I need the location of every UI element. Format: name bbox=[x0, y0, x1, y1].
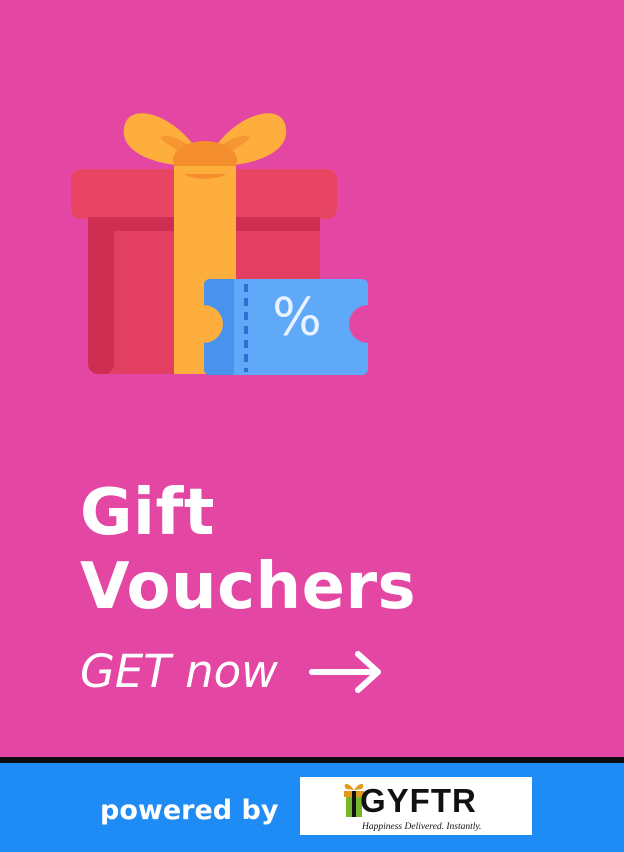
footer-bar: powered by GYFTR Happiness Delivered. In… bbox=[0, 763, 624, 852]
voucher-percent-symbol: % bbox=[272, 288, 322, 348]
get-now-label: GET now bbox=[80, 645, 278, 698]
powered-by-label: powered by bbox=[100, 795, 279, 826]
promo-title: Gift Vouchers bbox=[80, 476, 416, 624]
logo-tagline: Happiness Delivered. Instantly. bbox=[362, 822, 482, 832]
arrow-right-icon bbox=[308, 651, 381, 693]
title-line-1: Gift bbox=[80, 476, 215, 550]
promo-card[interactable]: % Gift Vouchers GET now bbox=[0, 0, 624, 757]
get-now-link[interactable]: GET now bbox=[80, 640, 384, 704]
title-line-2: Vouchers bbox=[80, 550, 417, 624]
logo-wordmark: GYFTR bbox=[360, 782, 477, 819]
gyftr-logo[interactable]: GYFTR Happiness Delivered. Instantly. bbox=[300, 777, 532, 835]
